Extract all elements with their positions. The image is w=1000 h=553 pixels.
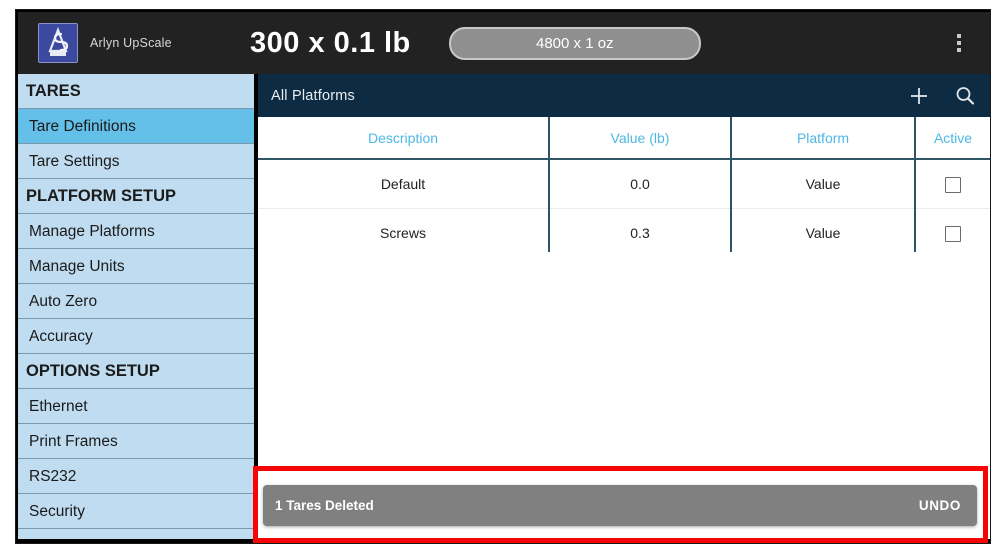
snackbar-undo-button[interactable]: UNDO bbox=[919, 498, 961, 513]
snackbar: 1 Tares Deleted UNDO bbox=[263, 485, 977, 526]
cell-description: Screws bbox=[258, 208, 550, 258]
snackbar-message: 1 Tares Deleted bbox=[275, 498, 374, 513]
sidebar-item-tare-definitions[interactable]: Tare Definitions bbox=[18, 109, 254, 144]
table-header-row: Description Value (lb) Platform Active bbox=[258, 117, 990, 160]
sidebar-item-manage-units[interactable]: Manage Units bbox=[18, 249, 254, 284]
sidebar-item-security[interactable]: Security bbox=[18, 494, 254, 529]
cell-value: 0.3 bbox=[549, 208, 732, 258]
table-row[interactable]: Screws 0.3 Value bbox=[258, 208, 990, 258]
table-row[interactable]: Default 0.0 Value bbox=[258, 159, 990, 209]
sidebar-item-print-frames[interactable]: Print Frames bbox=[18, 424, 254, 459]
cell-active bbox=[915, 208, 990, 258]
cell-value: 0.0 bbox=[549, 159, 732, 209]
sidebar-section-options-setup: OPTIONS SETUP bbox=[18, 354, 254, 389]
cell-platform: Value bbox=[731, 208, 916, 258]
cell-platform: Value bbox=[731, 159, 916, 209]
sidebar: TARES Tare Definitions Tare Settings PLA… bbox=[18, 74, 256, 539]
sidebar-section-tares: TARES bbox=[18, 74, 254, 109]
active-checkbox[interactable] bbox=[945, 176, 961, 193]
tares-table: Description Value (lb) Platform Active D… bbox=[258, 117, 990, 258]
content-header-actions bbox=[907, 74, 977, 117]
top-app-bar: Arlyn UpScale 300 x 0.1 lb 4800 x 1 oz bbox=[18, 12, 990, 74]
sidebar-item-ethernet[interactable]: Ethernet bbox=[18, 389, 254, 424]
arlyn-scale-logo-icon bbox=[38, 23, 78, 63]
cell-active bbox=[915, 159, 990, 209]
active-checkbox[interactable] bbox=[945, 225, 961, 242]
capacity-display: 300 x 0.1 lb bbox=[250, 26, 411, 59]
brand: Arlyn UpScale bbox=[38, 23, 248, 63]
sidebar-item-auto-zero[interactable]: Auto Zero bbox=[18, 284, 254, 319]
unit-toggle-button[interactable]: 4800 x 1 oz bbox=[448, 26, 701, 60]
more-vertical-icon[interactable] bbox=[946, 28, 972, 58]
column-header-description: Description bbox=[258, 117, 550, 160]
plus-icon[interactable] bbox=[907, 84, 931, 108]
sidebar-item-accuracy[interactable]: Accuracy bbox=[18, 319, 254, 354]
sidebar-item-rs232[interactable]: RS232 bbox=[18, 459, 254, 494]
column-header-platform: Platform bbox=[731, 117, 916, 160]
sidebar-item-manage-platforms[interactable]: Manage Platforms bbox=[18, 214, 254, 249]
brand-name: Arlyn UpScale bbox=[90, 36, 172, 50]
content-title: All Platforms bbox=[271, 87, 355, 104]
content-header: All Platforms bbox=[258, 74, 990, 117]
sidebar-item-tare-settings[interactable]: Tare Settings bbox=[18, 144, 254, 179]
column-header-value: Value (lb) bbox=[549, 117, 732, 160]
search-icon[interactable] bbox=[953, 84, 977, 108]
sidebar-section-platform-setup: PLATFORM SETUP bbox=[18, 179, 254, 214]
column-header-active: Active bbox=[915, 117, 990, 160]
cell-description: Default bbox=[258, 159, 550, 209]
app-window: Arlyn UpScale 300 x 0.1 lb 4800 x 1 oz T… bbox=[15, 9, 991, 544]
